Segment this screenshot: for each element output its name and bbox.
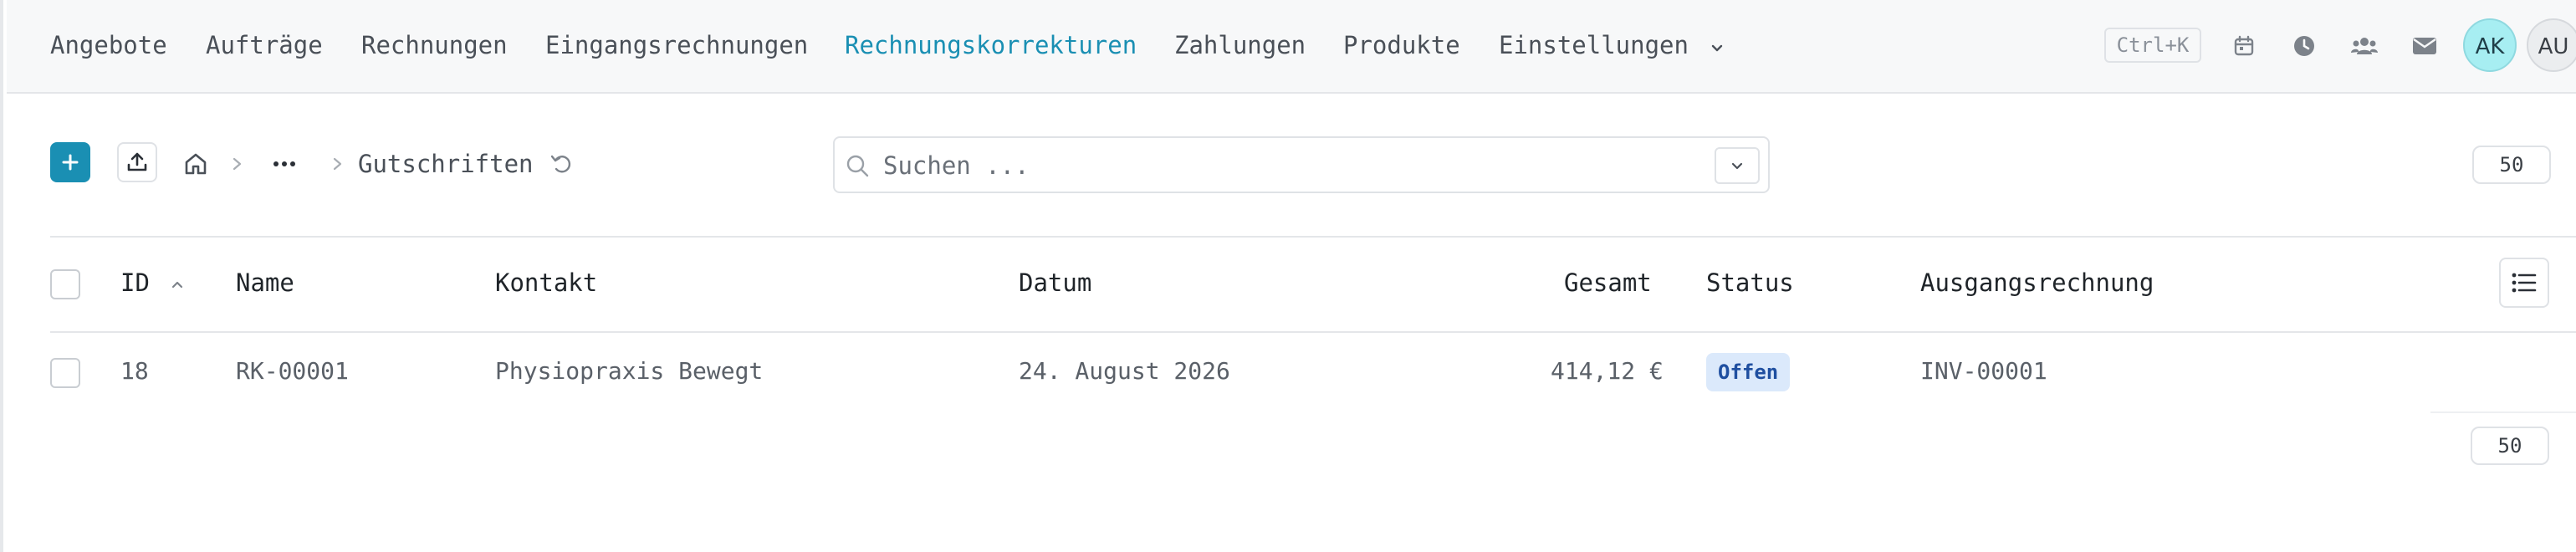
users-icon[interactable]	[2350, 32, 2379, 60]
command-palette-shortcut[interactable]: Ctrl+K	[2104, 28, 2201, 63]
top-nav-bar: Angebote Aufträge Rechnungen Eingangsrec…	[7, 0, 2576, 94]
clock-icon[interactable]	[2290, 32, 2318, 60]
column-header-status[interactable]: Status	[1706, 266, 1794, 299]
more-icon[interactable]	[269, 149, 299, 179]
breadcrumb-current: Gutschriften	[358, 150, 534, 178]
column-header-name[interactable]: Name	[236, 266, 294, 299]
cell-ausgangsrechnung[interactable]: INV-00001	[1920, 355, 2047, 388]
search-box	[833, 136, 1770, 193]
nav-item-auftraege[interactable]: Aufträge	[206, 28, 323, 62]
cell-datum: 24. August 2026	[1019, 357, 1230, 385]
column-header-ausgangsrechnung[interactable]: Ausgangsrechnung	[1920, 266, 2154, 299]
column-header-kontakt[interactable]: Kontakt	[495, 266, 597, 299]
column-header-id[interactable]: ID	[120, 266, 186, 299]
chevron-down-icon	[1710, 30, 1725, 64]
nav-item-einstellungen-label: Einstellungen	[1499, 31, 1689, 59]
column-header-datum[interactable]: Datum	[1019, 266, 1091, 299]
row-checkbox[interactable]	[50, 358, 80, 388]
column-settings-button[interactable]	[2499, 258, 2549, 308]
nav-item-rechnungskorrekturen[interactable]: Rechnungskorrekturen	[845, 28, 1137, 62]
search-input[interactable]	[883, 148, 1686, 183]
sort-ascending-icon	[172, 281, 183, 289]
nav-item-produkte-label: Produkte	[1343, 31, 1460, 59]
search-filter-dropdown[interactable]	[1715, 147, 1760, 184]
nav-item-rechnungen[interactable]: Rechnungen	[361, 28, 508, 62]
cell-name[interactable]: RK-00001	[236, 355, 349, 388]
search-icon	[843, 151, 871, 180]
app-frame: Angebote Aufträge Rechnungen Eingangsrec…	[0, 0, 2576, 552]
status-badge: Offen	[1706, 353, 1791, 391]
nav-item-angebote[interactable]: Angebote	[50, 28, 167, 62]
chevron-down-icon	[1731, 162, 1743, 170]
nav-item-eingangsrechnungen[interactable]: Eingangsrechnungen	[545, 28, 808, 62]
plus-icon	[62, 154, 79, 171]
cell-kontakt[interactable]: Physiopraxis Bewegt	[495, 355, 763, 388]
calendar-icon[interactable]	[2230, 32, 2258, 60]
table-header-divider	[50, 331, 2576, 333]
avatar-ak[interactable]: AK	[2463, 18, 2517, 72]
nav-item-einstellungen[interactable]: Einstellungen	[1499, 28, 1725, 62]
mail-icon[interactable]	[2410, 32, 2439, 60]
nav-item-zahlungen[interactable]: Zahlungen	[1174, 28, 1306, 62]
reset-icon[interactable]	[549, 151, 574, 176]
cell-gesamt: 414,12 €	[1551, 357, 1664, 385]
column-header-gesamt[interactable]: Gesamt	[1564, 266, 1652, 299]
select-all-checkbox[interactable]	[50, 269, 80, 299]
column-header-id-label: ID	[120, 268, 150, 297]
add-button[interactable]	[50, 142, 90, 182]
page-size-select[interactable]: 50	[2472, 146, 2551, 184]
upload-icon	[127, 152, 147, 171]
list-icon	[2512, 273, 2537, 293]
avatar-au[interactable]: AU	[2527, 18, 2576, 72]
home-icon[interactable]	[181, 149, 211, 179]
table-footer-divider	[2430, 411, 2576, 413]
upload-button[interactable]	[117, 142, 157, 182]
cell-id: 18	[120, 357, 149, 385]
breadcrumb-separator-icon	[330, 152, 346, 176]
footer-page-size-select[interactable]: 50	[2471, 427, 2549, 465]
nav-item-produkte[interactable]: Produkte	[1343, 28, 1460, 62]
table-top-divider	[50, 236, 2576, 238]
breadcrumb-separator-icon	[229, 152, 246, 176]
